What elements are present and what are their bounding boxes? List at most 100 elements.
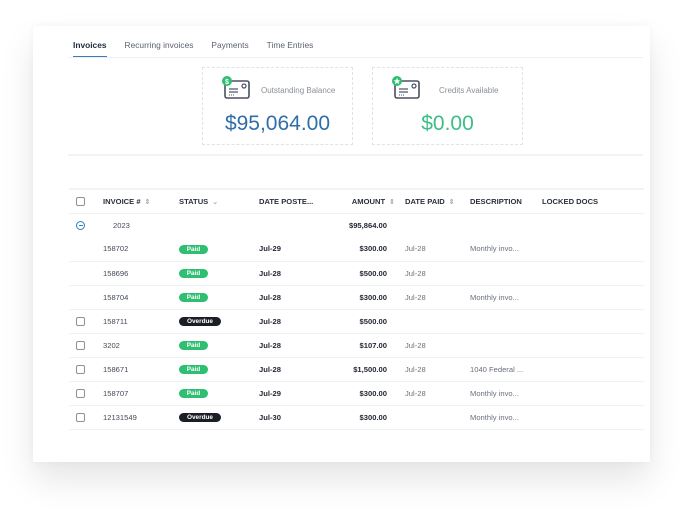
amount: $300.00 — [339, 405, 405, 430]
tab-time-entries[interactable]: Time Entries — [267, 40, 314, 58]
invoice-number[interactable]: 12131549 — [103, 405, 179, 430]
credits-available-value: $0.00 — [421, 112, 474, 135]
date-posted: Jul-28 — [259, 309, 339, 334]
description: Monthly invo... — [470, 405, 542, 430]
description: Monthly invo... — [470, 285, 542, 310]
column-date-paid[interactable]: DATE PAID ⇕ — [405, 188, 470, 214]
date-paid: Jul-28 — [405, 357, 470, 382]
table-row[interactable]: 158696 Paid Jul-28 $500.00 Jul-28 — [69, 261, 644, 286]
date-paid: Jul-28 — [405, 237, 470, 262]
column-amount[interactable]: AMOUNT ⇕ — [339, 188, 405, 214]
invoice-dollar-icon: $ — [222, 76, 250, 99]
date-posted: Jul-29 — [259, 381, 339, 406]
table-row[interactable]: 158671 Paid Jul-28 $1,500.00 Jul-28 1040 Fede… — [69, 357, 644, 382]
amount: $500.00 — [339, 309, 405, 334]
select-all-checkbox[interactable] — [76, 197, 85, 206]
invoice-number[interactable]: 158707 — [103, 381, 179, 406]
invoice-number[interactable]: 158702 — [103, 237, 179, 262]
locked-docs — [542, 357, 644, 382]
outstanding-balance-card: $ Outstanding Balance $95,064.00 — [202, 67, 353, 145]
status-badge: Paid — [179, 244, 208, 254]
amount: $500.00 — [339, 261, 405, 286]
tab-divider — [68, 57, 643, 58]
date-posted: Jul-28 — [259, 261, 339, 286]
table-header-row: INVOICE # ⇕ STATUS ⌄ DATE POSTE... AMOUNT ⇕… — [69, 188, 644, 214]
status-badge: Overdue — [179, 413, 221, 422]
table-row[interactable]: 158711 Overdue Jul-28 $500.00 — [69, 309, 644, 334]
row-checkbox[interactable] — [76, 412, 85, 422]
invoice-star-icon — [392, 76, 420, 99]
amount: $300.00 — [339, 285, 405, 310]
description: 1040 Federal ... — [470, 357, 542, 382]
invoice-number[interactable]: 3202 — [103, 333, 179, 358]
column-status[interactable]: STATUS ⌄ — [179, 188, 259, 214]
amount: $300.00 — [339, 237, 405, 262]
amount: $107.00 — [339, 333, 405, 358]
group-total: $95,864.00 — [348, 220, 387, 230]
section-divider — [68, 154, 643, 156]
status-badge: Paid — [179, 341, 208, 350]
credits-available-label: Credits Available — [439, 86, 499, 95]
table-row[interactable]: 12131549 Overdue Jul-30 $300.00 Monthly invo… — [69, 405, 644, 430]
tab-payments[interactable]: Payments — [211, 40, 248, 58]
locked-docs — [542, 237, 644, 262]
locked-docs — [542, 261, 644, 286]
svg-text:$: $ — [225, 79, 229, 86]
date-posted: Jul-28 — [259, 333, 339, 358]
invoices-table: INVOICE # ⇕ STATUS ⌄ DATE POSTE... AMOUNT ⇕… — [69, 188, 644, 430]
table-row[interactable]: 158702 Paid Jul-29 $300.00 Jul-28 Monthly inv… — [69, 237, 644, 262]
description: Monthly invo... — [470, 381, 542, 406]
select-all-cell — [69, 188, 103, 214]
outstanding-balance-label: Outstanding Balance — [261, 86, 336, 95]
status-badge: Overdue — [179, 317, 221, 326]
date-paid: Jul-28 — [405, 333, 470, 358]
invoices-panel: Invoices Recurring invoices Payments Tim… — [33, 26, 650, 462]
date-paid — [405, 405, 470, 430]
table-row[interactable]: 158704 Paid Jul-28 $300.00 Jul-28 Monthly inv… — [69, 285, 644, 310]
date-paid — [405, 309, 470, 334]
tab-bar: Invoices Recurring invoices Payments Tim… — [73, 40, 331, 58]
sort-icon: ⇕ — [448, 198, 455, 206]
row-checkbox[interactable] — [76, 340, 85, 350]
credits-available-card: Credits Available $0.00 — [372, 67, 523, 145]
status-badge: Paid — [179, 389, 208, 398]
date-paid: Jul-28 — [405, 261, 470, 286]
locked-docs — [542, 381, 644, 406]
column-invoice[interactable]: INVOICE # ⇕ — [103, 188, 179, 214]
column-description[interactable]: DESCRIPTION — [470, 188, 542, 214]
row-checkbox[interactable] — [76, 316, 85, 326]
row-checkbox[interactable] — [76, 388, 85, 398]
status-badge: Paid — [179, 365, 208, 374]
locked-docs — [542, 285, 644, 310]
description — [470, 261, 542, 286]
description: Monthly invo... — [470, 237, 542, 262]
column-date-posted[interactable]: DATE POSTE... — [259, 188, 339, 214]
date-paid: Jul-28 — [405, 285, 470, 310]
date-posted: Jul-28 — [259, 357, 339, 382]
invoice-number[interactable]: 158696 — [103, 261, 179, 286]
date-posted: Jul-28 — [259, 285, 339, 310]
invoice-number[interactable]: 158671 — [103, 357, 179, 382]
invoice-number[interactable]: 158704 — [103, 285, 179, 310]
table-row[interactable]: 3202 Paid Jul-28 $107.00 Jul-28 — [69, 333, 644, 358]
sort-icon: ⇕ — [144, 198, 151, 206]
date-paid: Jul-28 — [405, 381, 470, 406]
row-checkbox[interactable] — [76, 364, 85, 374]
tab-invoices[interactable]: Invoices — [73, 40, 107, 58]
date-posted: Jul-30 — [259, 405, 339, 430]
table-row[interactable]: 158707 Paid Jul-29 $300.00 Jul-28 Monthly inv… — [69, 381, 644, 406]
status-badge: Paid — [179, 269, 208, 278]
date-posted: Jul-29 — [259, 237, 339, 262]
description — [470, 333, 542, 358]
collapse-group-icon[interactable] — [76, 221, 85, 230]
amount: $300.00 — [339, 381, 405, 406]
tab-recurring-invoices[interactable]: Recurring invoices — [125, 40, 194, 58]
status-badge: Paid — [179, 293, 208, 302]
invoice-number[interactable]: 158711 — [103, 309, 179, 334]
description — [470, 309, 542, 334]
sort-descending-icon: ⌄ — [212, 198, 219, 206]
outstanding-balance-value: $95,064.00 — [224, 112, 331, 135]
amount: $1,500.00 — [339, 357, 405, 382]
column-locked-docs[interactable]: LOCKED DOCS — [542, 188, 644, 214]
locked-docs — [542, 405, 644, 430]
